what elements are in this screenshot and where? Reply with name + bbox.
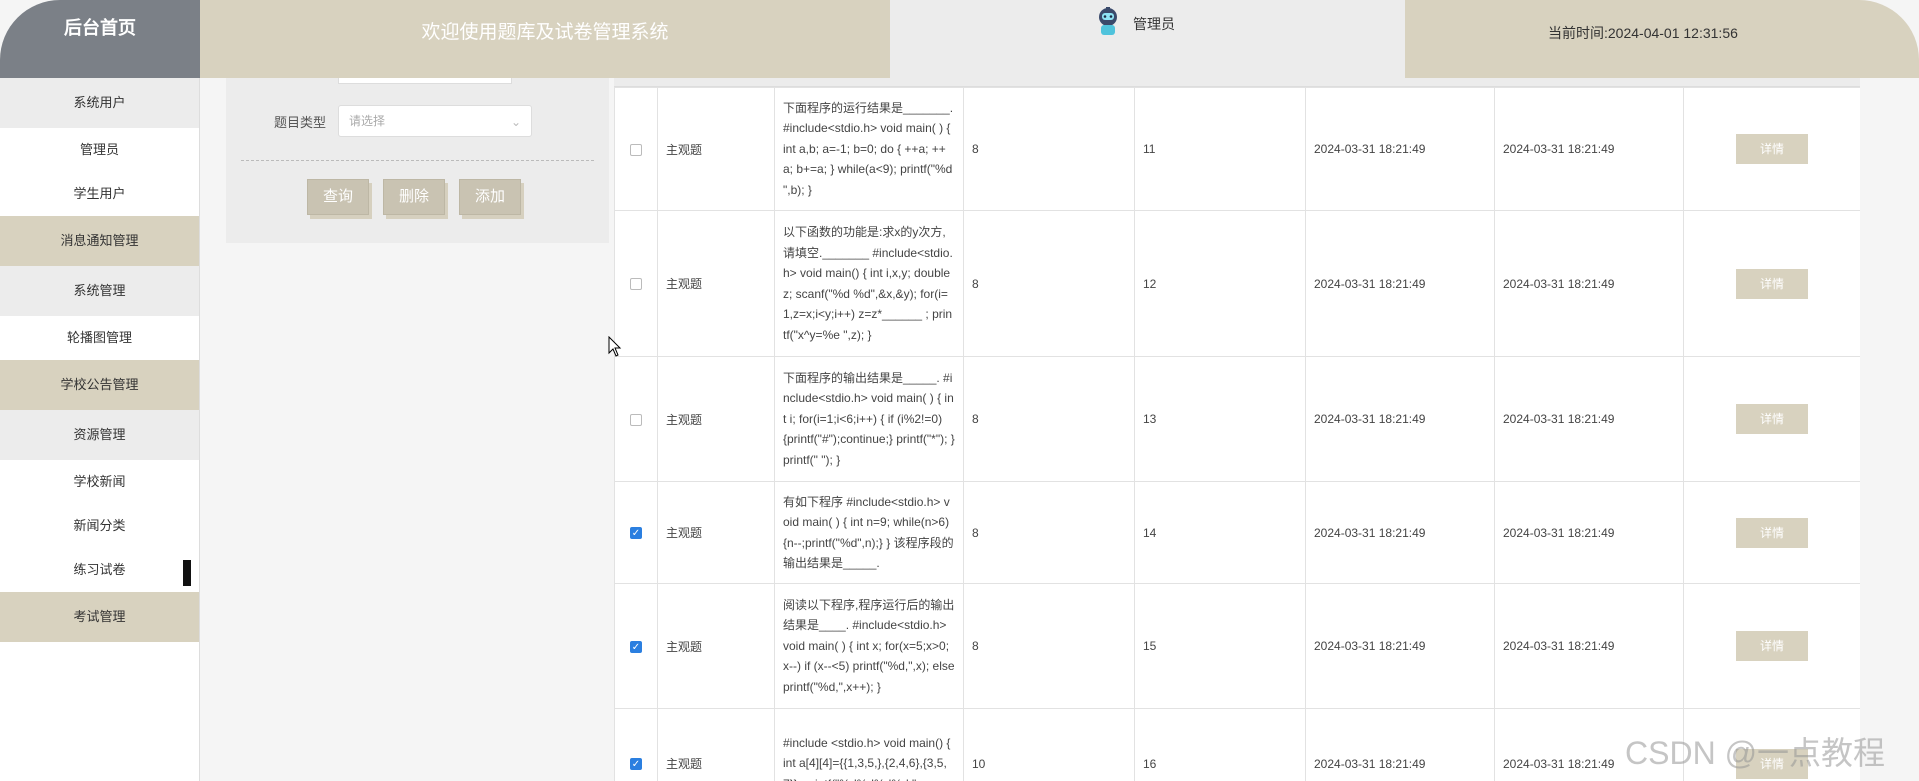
user-area: 管理员: [890, 0, 1405, 78]
question-type-cell: 主观题: [657, 481, 775, 584]
score-cell: 8: [963, 87, 1135, 211]
question-text-cell: 下面程序的运行结果是_______. #include<stdio.h> voi…: [774, 87, 964, 211]
question-type-cell: 主观题: [657, 708, 775, 781]
action-cell: 详情: [1683, 210, 1860, 357]
question-type-cell: 主观题: [657, 356, 775, 482]
sidebar-item-carousel[interactable]: 轮播图管理: [0, 316, 199, 360]
created-time-cell: 2024-03-31 18:21:49: [1305, 356, 1495, 482]
sidebar-item-school-notices[interactable]: 学校公告管理: [0, 360, 199, 410]
action-cell: 详情: [1683, 583, 1860, 709]
current-time: 当前时间:2024-04-01 12:31:56: [1405, 0, 1919, 78]
row-checkbox: [614, 87, 658, 211]
search-input[interactable]: [338, 78, 512, 84]
created-time-cell: 2024-03-31 18:21:49: [1305, 583, 1495, 709]
action-cell: 详情: [1683, 481, 1860, 584]
row-checkbox: ✓: [614, 708, 658, 781]
question-text-cell: 下面程序的输出结果是_____. #include<stdio.h> void …: [774, 356, 964, 482]
sidebar-item-students[interactable]: 学生用户: [0, 172, 199, 216]
order-cell: 13: [1134, 356, 1306, 482]
question-type-cell: 主观题: [657, 210, 775, 357]
sidebar: 系统用户 管理员 学生用户 消息通知管理 系统管理 轮播图管理 学校公告管理 资…: [0, 78, 200, 781]
table-row: 主观题 以下函数的功能是:求x的y次方,请填空._______ #include<…: [614, 210, 1860, 357]
updated-time-cell: 2024-03-31 18:21:49: [1494, 87, 1684, 211]
detail-button[interactable]: 详情: [1736, 404, 1808, 434]
filter-panel: 题目类型 请选择 ⌄ 查询 删除 添加: [226, 78, 609, 243]
created-time-cell: 2024-03-31 18:21:49: [1305, 210, 1495, 357]
order-cell: 12: [1134, 210, 1306, 357]
top-bar: 后台首页 欢迎使用题库及试卷管理系统 管理员 当前时间:2024-04-01 1…: [0, 0, 1919, 78]
row-checkbox: ✓: [614, 583, 658, 709]
active-marker: [183, 560, 191, 586]
select-placeholder: 请选择: [349, 114, 386, 128]
divider: [241, 160, 594, 161]
sidebar-item-resources[interactable]: 资源管理: [0, 410, 199, 460]
add-button[interactable]: 添加: [459, 179, 521, 215]
action-cell: 详情: [1683, 356, 1860, 482]
row-checkbox: ✓: [614, 481, 658, 584]
row-checkbox: [614, 210, 658, 357]
order-cell: 14: [1134, 481, 1306, 584]
table-row: 主观题 下面程序的运行结果是_______. #include<stdio.h> …: [614, 87, 1860, 211]
sidebar-item-label: 练习试卷: [73, 562, 126, 577]
robot-avatar-icon[interactable]: [1095, 6, 1121, 36]
checkbox[interactable]: ✓: [630, 527, 642, 540]
checkbox[interactable]: ✓: [630, 640, 642, 653]
updated-time-cell: 2024-03-31 18:21:49: [1494, 583, 1684, 709]
created-time-cell: 2024-03-31 18:21:49: [1305, 481, 1495, 584]
question-table: 主观题 下面程序的运行结果是_______. #include<stdio.h> …: [614, 78, 1860, 781]
table-header: [614, 78, 1860, 87]
score-cell: 8: [963, 356, 1135, 482]
sidebar-item-system-management[interactable]: 系统管理: [0, 266, 199, 316]
updated-time-cell: 2024-03-31 18:21:49: [1494, 481, 1684, 584]
score-cell: 8: [963, 481, 1135, 584]
score-cell: 8: [963, 210, 1135, 357]
query-button[interactable]: 查询: [307, 179, 369, 215]
question-type-cell: 主观题: [657, 87, 775, 211]
detail-button[interactable]: 详情: [1736, 268, 1808, 299]
home-link[interactable]: 后台首页: [0, 0, 200, 78]
order-cell: 16: [1134, 708, 1306, 781]
question-type-label: 题目类型: [274, 115, 327, 130]
table-row: 主观题 下面程序的输出结果是_____. #include<stdio.h> vo…: [614, 356, 1860, 482]
sidebar-item-news-categories[interactable]: 新闻分类: [0, 504, 199, 548]
score-cell: 8: [963, 583, 1135, 709]
user-name[interactable]: 管理员: [1133, 14, 1175, 34]
sidebar-item-admins[interactable]: 管理员: [0, 128, 199, 172]
order-cell: 15: [1134, 583, 1306, 709]
sidebar-item-system-users[interactable]: 系统用户: [0, 78, 199, 128]
checkbox[interactable]: [630, 413, 642, 426]
mouse-cursor-icon: [608, 336, 622, 357]
delete-button[interactable]: 删除: [383, 179, 445, 215]
order-cell: 11: [1134, 87, 1306, 211]
table-row: ✓ 主观题 阅读以下程序,程序运行后的输出结果是____. #include<std…: [614, 583, 1860, 709]
question-text-cell: 以下函数的功能是:求x的y次方,请填空._______ #include<std…: [774, 210, 964, 357]
checkbox[interactable]: ✓: [630, 758, 642, 771]
detail-button[interactable]: 详情: [1736, 134, 1808, 164]
checkbox[interactable]: [630, 143, 642, 156]
updated-time-cell: 2024-03-31 18:21:49: [1494, 210, 1684, 357]
checkbox[interactable]: [630, 278, 642, 291]
question-text-cell: #include <stdio.h> void main() { int a[4…: [774, 708, 964, 781]
detail-button[interactable]: 详情: [1736, 631, 1808, 661]
score-cell: 10: [963, 708, 1135, 781]
updated-time-cell: 2024-03-31 18:21:49: [1494, 356, 1684, 482]
question-text-cell: 有如下程序 #include<stdio.h> void main( ) { i…: [774, 481, 964, 584]
chevron-down-icon: ⌄: [510, 115, 521, 129]
created-time-cell: 2024-03-31 18:21:49: [1305, 708, 1495, 781]
question-type-cell: 主观题: [657, 583, 775, 709]
created-time-cell: 2024-03-31 18:21:49: [1305, 87, 1495, 211]
sidebar-item-notifications[interactable]: 消息通知管理: [0, 216, 199, 266]
question-text-cell: 阅读以下程序,程序运行后的输出结果是____. #include<stdio.h…: [774, 583, 964, 709]
sidebar-item-practice-papers[interactable]: 练习试卷: [0, 548, 199, 592]
sidebar-item-exams[interactable]: 考试管理: [0, 592, 199, 642]
detail-button[interactable]: 详情: [1736, 517, 1808, 548]
question-type-select[interactable]: 请选择 ⌄: [338, 105, 532, 137]
row-checkbox: [614, 356, 658, 482]
watermark: CSDN @一点教程: [1625, 735, 1886, 771]
action-cell: 详情: [1683, 87, 1860, 211]
sidebar-item-school-news[interactable]: 学校新闻: [0, 460, 199, 504]
table-row: ✓ 主观题 有如下程序 #include<stdio.h> void main( )…: [614, 481, 1860, 584]
system-title: 欢迎使用题库及试卷管理系统: [200, 0, 890, 78]
